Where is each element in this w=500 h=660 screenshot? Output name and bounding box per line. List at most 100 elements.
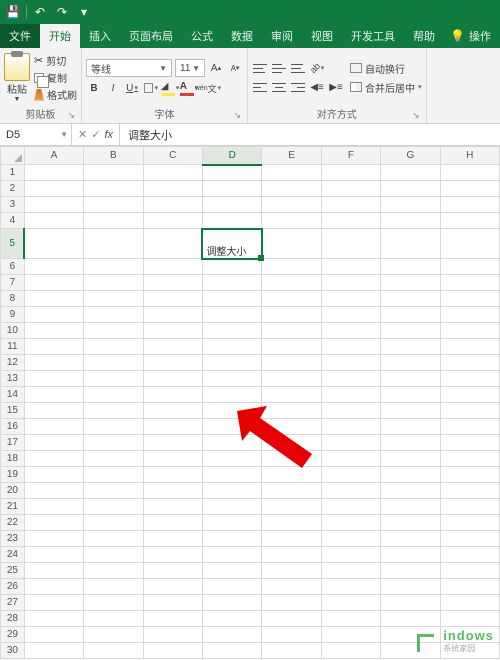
borders-button[interactable]: ▾ <box>143 80 159 96</box>
cell[interactable] <box>321 403 380 419</box>
fx-icon[interactable]: fx <box>104 129 113 141</box>
cell[interactable] <box>381 259 440 275</box>
cell[interactable] <box>84 563 143 579</box>
wrap-text-button[interactable]: 自动换行 <box>350 61 422 76</box>
cell[interactable] <box>84 531 143 547</box>
cell[interactable] <box>202 197 261 213</box>
cell[interactable] <box>262 627 321 643</box>
cell[interactable] <box>321 435 380 451</box>
cell[interactable] <box>24 531 83 547</box>
cell[interactable] <box>143 419 202 435</box>
cell[interactable] <box>84 403 143 419</box>
cell[interactable] <box>24 323 83 339</box>
cell[interactable] <box>440 467 499 483</box>
cell[interactable] <box>262 181 321 197</box>
cell[interactable] <box>440 213 499 229</box>
cell[interactable] <box>321 563 380 579</box>
cell[interactable] <box>321 387 380 403</box>
cell[interactable] <box>143 307 202 323</box>
cell[interactable] <box>24 307 83 323</box>
cell[interactable] <box>24 515 83 531</box>
cell[interactable] <box>262 435 321 451</box>
cell[interactable] <box>202 435 261 451</box>
row-header[interactable]: 26 <box>1 579 25 595</box>
cell[interactable] <box>84 579 143 595</box>
cell[interactable] <box>202 579 261 595</box>
cell[interactable] <box>24 229 83 259</box>
column-header[interactable]: D <box>202 147 261 165</box>
cell[interactable] <box>321 323 380 339</box>
cell[interactable] <box>440 563 499 579</box>
tab-developer[interactable]: 开发工具 <box>342 24 404 48</box>
cell[interactable] <box>381 275 440 291</box>
cell[interactable] <box>381 229 440 259</box>
cell[interactable] <box>143 563 202 579</box>
cell[interactable] <box>24 275 83 291</box>
cell[interactable] <box>202 181 261 197</box>
cell[interactable] <box>202 499 261 515</box>
cell[interactable] <box>381 371 440 387</box>
cell[interactable] <box>202 547 261 563</box>
cell[interactable] <box>381 419 440 435</box>
cell[interactable] <box>202 275 261 291</box>
cell[interactable] <box>24 197 83 213</box>
cell[interactable] <box>381 403 440 419</box>
cell[interactable] <box>84 229 143 259</box>
cell[interactable] <box>262 307 321 323</box>
tab-formulas[interactable]: 公式 <box>182 24 222 48</box>
cell[interactable] <box>381 499 440 515</box>
cell[interactable] <box>24 499 83 515</box>
dialog-launcher-icon[interactable]: ↘ <box>233 110 241 121</box>
cell[interactable] <box>84 307 143 323</box>
cell[interactable] <box>262 467 321 483</box>
cell[interactable] <box>84 547 143 563</box>
cell[interactable] <box>262 339 321 355</box>
increase-indent-button[interactable]: ▶≡ <box>328 79 344 95</box>
cell[interactable] <box>262 515 321 531</box>
cell[interactable] <box>24 291 83 307</box>
cell[interactable] <box>143 515 202 531</box>
cell[interactable] <box>440 579 499 595</box>
cell[interactable] <box>202 259 261 275</box>
cell[interactable] <box>381 611 440 627</box>
cell[interactable] <box>24 355 83 371</box>
redo-icon[interactable]: ↷ <box>53 3 71 21</box>
cell[interactable] <box>24 467 83 483</box>
row-header[interactable]: 7 <box>1 275 25 291</box>
cell-active[interactable]: 调整大小 <box>202 229 261 259</box>
cell[interactable] <box>202 643 261 659</box>
cell[interactable] <box>262 483 321 499</box>
cell[interactable] <box>143 339 202 355</box>
cell[interactable] <box>143 165 202 181</box>
cell[interactable] <box>381 165 440 181</box>
cell[interactable] <box>202 419 261 435</box>
paste-button[interactable]: 粘贴 ▼ <box>4 53 30 103</box>
cell[interactable] <box>143 579 202 595</box>
cell[interactable] <box>321 451 380 467</box>
row-header[interactable]: 30 <box>1 643 25 659</box>
cell[interactable] <box>262 643 321 659</box>
cell[interactable] <box>321 611 380 627</box>
cell[interactable] <box>202 213 261 229</box>
row-header[interactable]: 3 <box>1 197 25 213</box>
tab-insert[interactable]: 插入 <box>80 24 120 48</box>
cell[interactable] <box>440 547 499 563</box>
cell[interactable] <box>262 355 321 371</box>
row-header[interactable]: 17 <box>1 435 25 451</box>
tab-review[interactable]: 审阅 <box>262 24 302 48</box>
tab-view[interactable]: 视图 <box>302 24 342 48</box>
cell[interactable] <box>84 213 143 229</box>
cell[interactable] <box>381 291 440 307</box>
save-icon[interactable]: 💾 <box>4 3 22 21</box>
cell[interactable] <box>440 307 499 323</box>
cell[interactable] <box>202 339 261 355</box>
name-box[interactable]: D5▼ <box>0 124 72 145</box>
cell[interactable] <box>24 563 83 579</box>
cell[interactable] <box>321 355 380 371</box>
cell[interactable] <box>84 435 143 451</box>
orientation-button[interactable]: ab▾ <box>309 60 325 76</box>
cell[interactable] <box>321 259 380 275</box>
cell[interactable] <box>143 595 202 611</box>
cell[interactable] <box>84 323 143 339</box>
cell[interactable] <box>381 387 440 403</box>
